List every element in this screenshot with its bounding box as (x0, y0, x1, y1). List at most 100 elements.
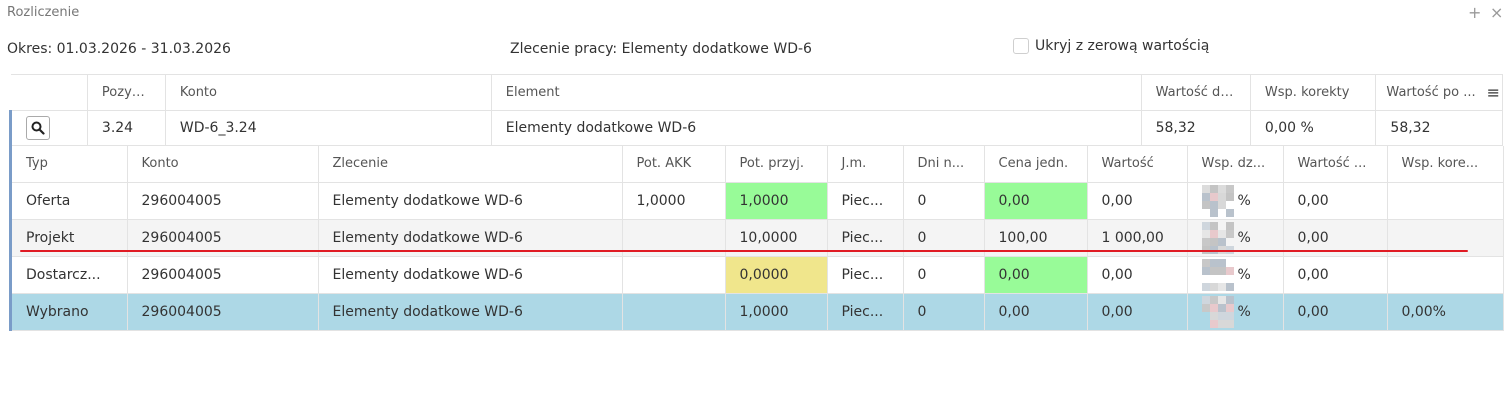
wsp-dz-suffix: % (1237, 266, 1251, 283)
pixelation-block (1201, 192, 1210, 201)
position-table-header: Pozycja... Konto Element Wartość dzi... … (10, 74, 1503, 111)
pixelation-block (1209, 282, 1218, 291)
pixelation-block (1209, 229, 1218, 238)
header-wartosc-dzi[interactable]: Wartość dzi... (1141, 74, 1251, 111)
header-wartosc-po-label: Wartość po ... (1386, 85, 1476, 100)
header-wsp-kore[interactable]: Wsp. kore... (1387, 146, 1504, 183)
pixelation-block (1225, 221, 1234, 230)
hide-zero-checkbox[interactable]: Ukryj z zerową wartością (1013, 38, 1209, 54)
cell-wartosc2: 0,00 (1283, 256, 1388, 294)
cell-pot-akk (622, 256, 726, 294)
header-jm[interactable]: J.m. (827, 146, 904, 183)
pixelation-block (1217, 200, 1226, 209)
header-wsp-korekty[interactable]: Wsp. korekty (1250, 74, 1377, 111)
header-element[interactable]: Element (491, 74, 1142, 111)
window-title: Rozliczenie (7, 5, 80, 20)
cell-dni: 0 (903, 182, 985, 220)
pixelation-block (1225, 229, 1234, 238)
cell-wsp-dz: % (1187, 256, 1284, 294)
header-konto[interactable]: Konto (165, 74, 492, 111)
position-row[interactable]: 3.24 WD-6_3.24 Elementy dodatkowe WD-6 5… (9, 110, 1503, 146)
cell-typ: Wybrano (12, 293, 128, 331)
detail-table-header: Typ Konto Zlecenie Pot. AKK Pot. przyj. … (12, 146, 1504, 183)
red-annotation-line (20, 250, 1468, 252)
cell-element: Elementy dodatkowe WD-6 (491, 110, 1142, 146)
pixelation-block (1225, 208, 1234, 217)
cell-zlecenie: Elementy dodatkowe WD-6 (318, 182, 623, 220)
cell-pot-przyj[interactable]: 1,0000 (725, 182, 828, 220)
cell-wartosc: 0,00 (1087, 293, 1188, 331)
pixelation-block (1225, 184, 1234, 193)
cell-wsp-korekty: 0,00 % (1250, 110, 1377, 146)
cell-jm: Piec... (827, 293, 904, 331)
cell-cena-jedn[interactable]: 0,00 (984, 256, 1088, 294)
wsp-dz-suffix: % (1237, 192, 1251, 209)
search-icon (31, 121, 45, 135)
cell-konto: 296004005 (127, 182, 319, 220)
pixelation-block (1225, 311, 1234, 320)
pixelation-block (1209, 303, 1218, 312)
pixelation-block (1201, 282, 1210, 291)
cell-wartosc-dzi: 58,32 (1141, 110, 1251, 146)
header-dni[interactable]: Dni n... (903, 146, 985, 183)
header-wsp-dz[interactable]: Wsp. dz... (1187, 146, 1284, 183)
table-row-oferta[interactable]: Oferta 296004005 Elementy dodatkowe WD-6… (12, 182, 1504, 220)
work-order-label: Zlecenie pracy: Elementy dodatkowe WD-6 (510, 41, 812, 57)
cell-typ: Dostarcz... (12, 256, 128, 294)
cell-dni: 0 (903, 256, 985, 294)
cell-wsp-kore: 0,00% (1387, 293, 1504, 331)
cell-zlecenie: Elementy dodatkowe WD-6 (318, 256, 623, 294)
pixelation-block (1225, 282, 1234, 291)
header-pot-przyj[interactable]: Pot. przyj. (725, 146, 828, 183)
cell-wsp-kore (1387, 256, 1504, 294)
pixelation-block (1225, 319, 1234, 328)
pixelation-block (1217, 295, 1226, 304)
table-row-wybrano[interactable]: Wybrano 296004005 Elementy dodatkowe WD-… (12, 293, 1504, 331)
cell-wartosc: 0,00 (1087, 256, 1188, 294)
header-wartosc2[interactable]: Wartość ... (1283, 146, 1388, 183)
pixelation-block (1217, 282, 1226, 291)
pixelation-block (1201, 200, 1210, 209)
cell-pot-przyj[interactable]: 1,0000 (725, 293, 828, 331)
cell-cena-jedn[interactable]: 0,00 (984, 182, 1088, 220)
pixelation-block (1209, 311, 1218, 320)
header-cena-jedn[interactable]: Cena jedn. (984, 146, 1088, 183)
info-bar: Okres: 01.03.2026 - 31.03.2026 Zlecenie … (0, 38, 1510, 62)
cell-pot-przyj[interactable]: 0,0000 (725, 256, 828, 294)
pixelation-block (1201, 303, 1210, 312)
search-button[interactable] (26, 116, 50, 140)
checkbox-box[interactable] (1013, 38, 1029, 54)
pixelation-block (1225, 192, 1234, 201)
pixelation-block (1209, 221, 1218, 230)
cell-wsp-dz: % (1187, 293, 1284, 331)
header-pozycja[interactable]: Pozycja... (87, 74, 166, 111)
pixelation-block (1201, 295, 1210, 304)
pixelation-block (1217, 303, 1226, 312)
header-wartosc-po[interactable]: Wartość po ... ≡ (1375, 74, 1503, 111)
pixelation-block (1217, 319, 1226, 328)
header-typ[interactable]: Typ (12, 146, 128, 183)
close-icon[interactable]: × (1490, 3, 1503, 23)
cell-pot-akk (622, 293, 726, 331)
table-row-dostarcz[interactable]: Dostarcz... 296004005 Elementy dodatkowe… (12, 256, 1504, 294)
header-wartosc[interactable]: Wartość (1087, 146, 1188, 183)
pixelation-block (1209, 200, 1218, 209)
pixelation-block (1201, 221, 1210, 230)
pixelation-block (1209, 295, 1218, 304)
pixelated-value: % (1188, 294, 1283, 330)
pixelation-block (1225, 303, 1234, 312)
cell-wsp-dz: % (1187, 182, 1284, 220)
position-table: Pozycja... Konto Element Wartość dzi... … (9, 74, 1503, 146)
cell-konto: 296004005 (127, 256, 319, 294)
header-zlecenie[interactable]: Zlecenie (318, 146, 623, 183)
cell-pot-akk: 1,0000 (622, 182, 726, 220)
cell-cena-jedn[interactable]: 0,00 (984, 293, 1088, 331)
pixelation-block (1217, 258, 1226, 267)
pixelation-block (1217, 266, 1226, 275)
header-konto[interactable]: Konto (127, 146, 319, 183)
header-pot-akk[interactable]: Pot. AKK (622, 146, 726, 183)
pixelation-block (1217, 192, 1226, 201)
hamburger-menu-icon[interactable]: ≡ (1487, 83, 1500, 102)
pixelation-block (1209, 208, 1218, 217)
plus-icon[interactable]: + (1468, 3, 1481, 23)
